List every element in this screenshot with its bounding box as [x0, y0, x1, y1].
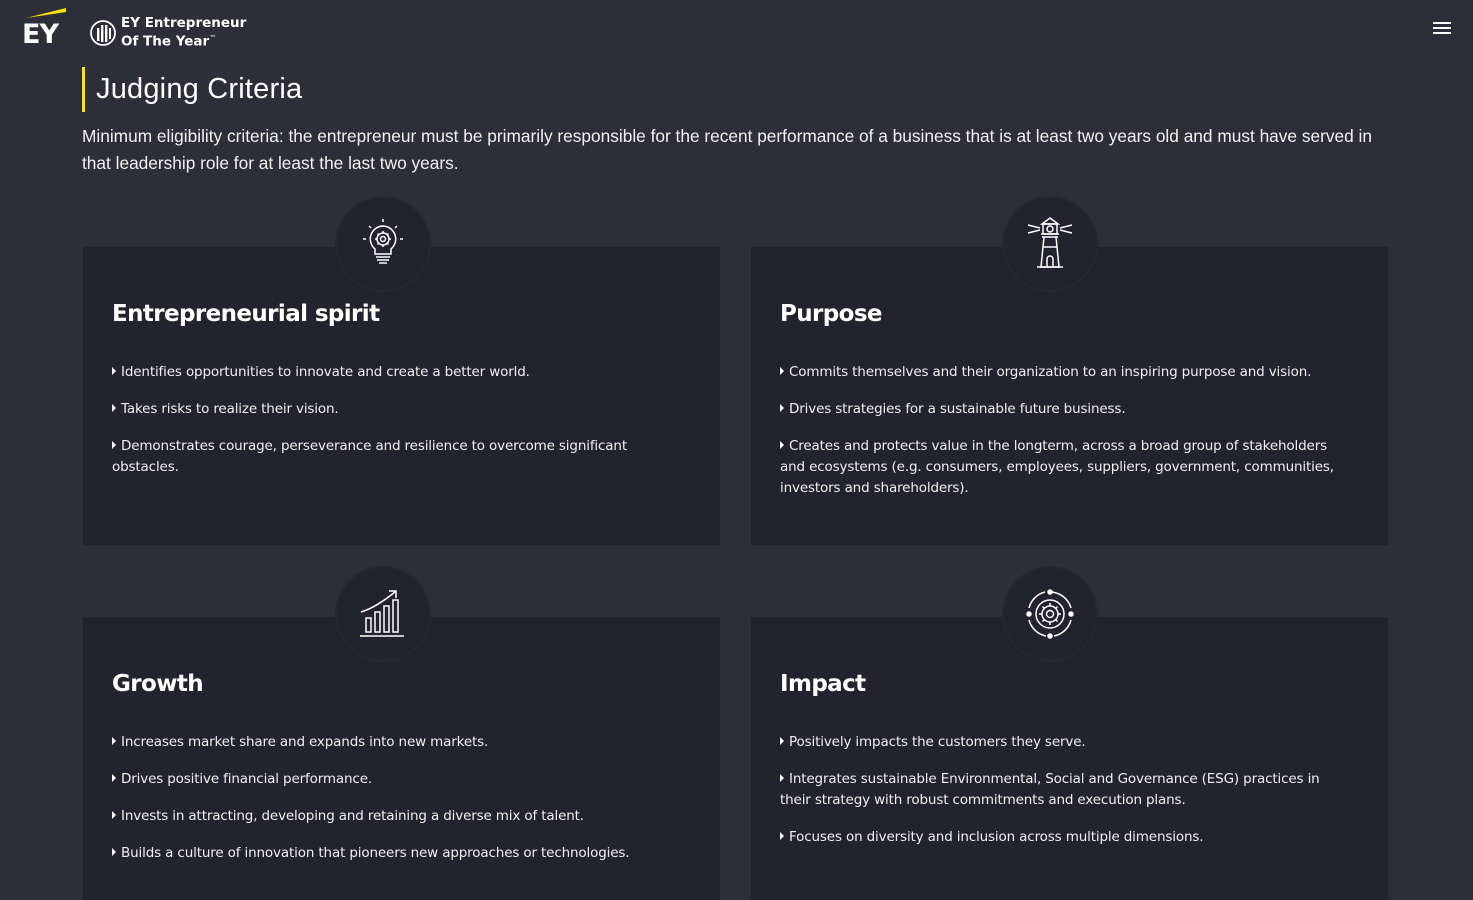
list-item: Increases market share and expands into …	[112, 732, 682, 753]
lightbulb-gear-icon	[337, 198, 429, 290]
list-item: Positively impacts the customers they se…	[780, 732, 1350, 753]
list-item: Demonstrates courage, perseverance and r…	[112, 438, 627, 475]
list-item: Builds a culture of innovation that pion…	[112, 843, 682, 864]
cycle-gear-icon	[1004, 568, 1096, 660]
intro-paragraph: Minimum eligibility criteria: the entrep…	[82, 126, 1372, 173]
list-item: Takes risks to realize their vision.	[112, 399, 682, 420]
card-title: Entrepreneurial spirit	[112, 301, 380, 327]
hamburger-menu-icon[interactable]	[1433, 20, 1451, 36]
list-item: Commits themselves and their organizatio…	[780, 362, 1350, 383]
list-item: Drives strategies for a sustainable futu…	[780, 399, 1350, 420]
criteria-list: Increases market share and expands into …	[112, 732, 682, 880]
top-navigation-bar: EY EY Entrepreneur Of The Year™	[0, 0, 1473, 62]
list-item: Identifies opportunities to innovate and…	[112, 362, 682, 383]
criteria-list: Positively impacts the customers they se…	[780, 732, 1350, 864]
eoy-mark-icon	[90, 19, 116, 46]
criteria-card-growth: Growth Increases market share and expand…	[83, 617, 720, 900]
list-item: Integrates sustainable Environmental, So…	[780, 771, 1320, 808]
ey-logo[interactable]: EY	[22, 4, 68, 50]
list-item: Drives positive financial performance.	[112, 769, 682, 790]
trademark: ™	[209, 34, 217, 42]
card-title: Purpose	[780, 301, 883, 327]
list-item: Creates and protects value in the longte…	[780, 438, 1334, 496]
list-item: Invests in attracting, developing and re…	[112, 806, 682, 827]
card-title: Growth	[112, 671, 204, 697]
card-title: Impact	[780, 671, 866, 697]
criteria-list: Commits themselves and their organizatio…	[780, 362, 1350, 515]
criteria-list: Identifies opportunities to innovate and…	[112, 362, 682, 494]
list-item: Focuses on diversity and inclusion acros…	[780, 827, 1350, 848]
page-title-block: Judging Criteria	[82, 67, 302, 112]
ey-logo-text: EY	[22, 19, 59, 50]
page-title: Judging Criteria	[96, 73, 303, 105]
eoy-line-1: EY Entrepreneur	[121, 15, 247, 31]
criteria-card-purpose: Purpose Commits themselves and their org…	[751, 247, 1388, 545]
eoy-logo[interactable]: EY Entrepreneur Of The Year™	[90, 16, 246, 50]
growth-chart-icon	[337, 568, 429, 660]
eoy-line-2: Of The Year	[121, 33, 210, 50]
lighthouse-icon	[1004, 198, 1096, 290]
ey-logo-yellow-beam	[26, 8, 66, 18]
criteria-card-impact: Impact Positively impacts the customers …	[751, 617, 1388, 900]
criteria-card-entrepreneurial-spirit: Entrepreneurial spirit Identifies opport…	[83, 247, 720, 545]
